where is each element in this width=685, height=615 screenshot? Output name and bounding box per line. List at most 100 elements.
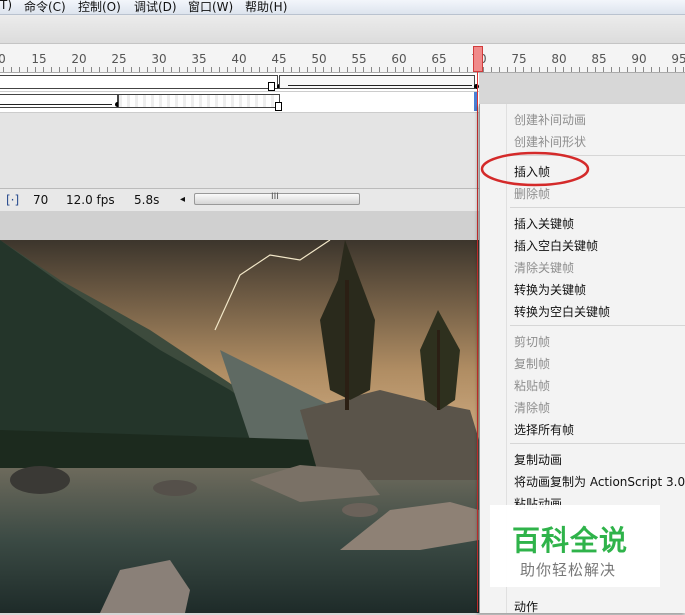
menu-actions[interactable]: 动作	[514, 598, 538, 615]
ruler-tick	[51, 67, 52, 72]
menu-convert-to-blank-keyframe[interactable]: 转换为空白关键帧	[514, 303, 610, 320]
ruler-tick	[643, 67, 644, 72]
ruler-label: 35	[191, 52, 207, 66]
playhead[interactable]	[473, 46, 483, 72]
ruler-tick	[459, 67, 460, 72]
ruler-tick	[291, 67, 292, 72]
ruler-tick	[171, 67, 172, 72]
ruler-tick	[147, 67, 148, 72]
ruler-tick	[283, 67, 284, 72]
ruler-tick	[307, 67, 308, 72]
ruler-tick	[275, 67, 276, 72]
ruler-tick	[683, 67, 684, 72]
frame-rate[interactable]: 12.0 fps	[66, 193, 115, 207]
menu-copy-motion[interactable]: 复制动画	[514, 451, 562, 468]
ruler-tick	[491, 67, 492, 72]
timeline-empty-area	[0, 113, 479, 188]
tween-span[interactable]	[0, 75, 278, 89]
center-frame-icon[interactable]: [·]	[6, 193, 19, 207]
ruler-tick	[387, 67, 388, 72]
menu-clear-frames[interactable]: 清除帧	[514, 399, 550, 416]
ruler-tick	[235, 67, 236, 72]
ruler-tick	[451, 67, 452, 72]
ruler-tick	[395, 67, 396, 72]
ruler-tick	[619, 67, 620, 72]
menu-help[interactable]: 帮助(H)	[245, 0, 287, 15]
ruler-tick	[131, 67, 132, 72]
playhead-line	[477, 72, 478, 612]
ruler-label: 45	[271, 52, 287, 66]
menu-separator	[510, 443, 685, 444]
ruler-label: 15	[31, 52, 47, 66]
ruler-tick	[531, 67, 532, 72]
layer-frames[interactable]	[0, 73, 479, 113]
menu-paste-frames[interactable]: 粘贴帧	[514, 377, 550, 394]
tween-span[interactable]	[0, 94, 118, 108]
ruler-tick	[467, 67, 468, 72]
ruler-tick	[411, 67, 412, 72]
menu-clear-keyframe[interactable]: 清除关键帧	[514, 259, 574, 276]
ruler-tick	[595, 67, 596, 72]
ruler-tick	[123, 67, 124, 72]
ruler-tick	[667, 67, 668, 72]
timeline-toolbar	[0, 15, 685, 44]
ruler-tick	[211, 67, 212, 72]
menu-cut-frames[interactable]: 剪切帧	[514, 333, 550, 350]
tween-span[interactable]	[279, 75, 475, 89]
menu-insert-blank-keyframe[interactable]: 插入空白关键帧	[514, 237, 598, 254]
scroll-grip-icon: III	[271, 192, 279, 202]
stage-image	[0, 240, 479, 613]
ruler-tick	[539, 67, 540, 72]
ruler-tick	[555, 67, 556, 72]
ruler-label: 30	[151, 52, 167, 66]
menu-insert-keyframe[interactable]: 插入关键帧	[514, 215, 574, 232]
menu-debug[interactable]: 调试(D)	[134, 0, 177, 15]
menu-window[interactable]: 窗口(W)	[188, 0, 233, 15]
ruler-tick	[547, 67, 548, 72]
ruler-tick	[227, 67, 228, 72]
menu-commands[interactable]: 命令(C)	[24, 0, 66, 15]
ruler-tick	[563, 67, 564, 72]
scroll-left-icon[interactable]: ◂	[180, 194, 185, 205]
tween-span[interactable]	[118, 94, 280, 108]
menu-view[interactable]: T)	[0, 0, 12, 12]
ruler-tick	[507, 67, 508, 72]
layer-row[interactable]	[0, 73, 479, 92]
ruler-label: 75	[511, 52, 527, 66]
end-frame-marker	[275, 102, 282, 111]
ruler-tick	[11, 67, 12, 72]
ruler-tick	[187, 67, 188, 72]
timeline-scrollbar[interactable]: III	[194, 192, 360, 205]
layer-row[interactable]	[0, 92, 479, 113]
menu-create-shape-tween[interactable]: 创建补间形状	[514, 133, 586, 150]
ruler-tick	[331, 67, 332, 72]
ruler-tick	[579, 67, 580, 72]
ruler-tick	[611, 67, 612, 72]
ruler-tick	[155, 67, 156, 72]
landscape-photo	[0, 240, 479, 613]
ruler-label: 0	[0, 52, 6, 66]
ruler-tick	[355, 67, 356, 72]
ruler-tick	[259, 67, 260, 72]
end-frame-marker	[268, 82, 275, 91]
menu-copy-motion-as-as3[interactable]: 将动画复制为 ActionScript 3.0 脚	[514, 473, 685, 490]
ruler-tick	[443, 67, 444, 72]
ruler-label: 50	[311, 52, 327, 66]
ruler-tick	[523, 67, 524, 72]
frame-ruler[interactable]: 01520253035404550556065707580859095	[0, 44, 685, 73]
ruler-label: 20	[71, 52, 87, 66]
ruler-tick	[99, 67, 100, 72]
ruler-tick	[635, 67, 636, 72]
ruler-label: 65	[431, 52, 447, 66]
menu-separator	[510, 325, 685, 326]
menu-control[interactable]: 控制(O)	[78, 0, 121, 15]
watermark: 百科全说 助你轻松解决	[490, 505, 660, 587]
menu-select-all-frames[interactable]: 选择所有帧	[514, 421, 574, 438]
menu-create-motion-tween[interactable]: 创建补间动画	[514, 111, 586, 128]
menu-convert-to-keyframe[interactable]: 转换为关键帧	[514, 281, 586, 298]
ruler-tick	[139, 67, 140, 72]
menu-copy-frames[interactable]: 复制帧	[514, 355, 550, 372]
menubar: T) 命令(C) 控制(O) 调试(D) 窗口(W) 帮助(H)	[0, 0, 685, 15]
elapsed-time: 5.8s	[134, 193, 160, 207]
ruler-tick	[67, 67, 68, 72]
